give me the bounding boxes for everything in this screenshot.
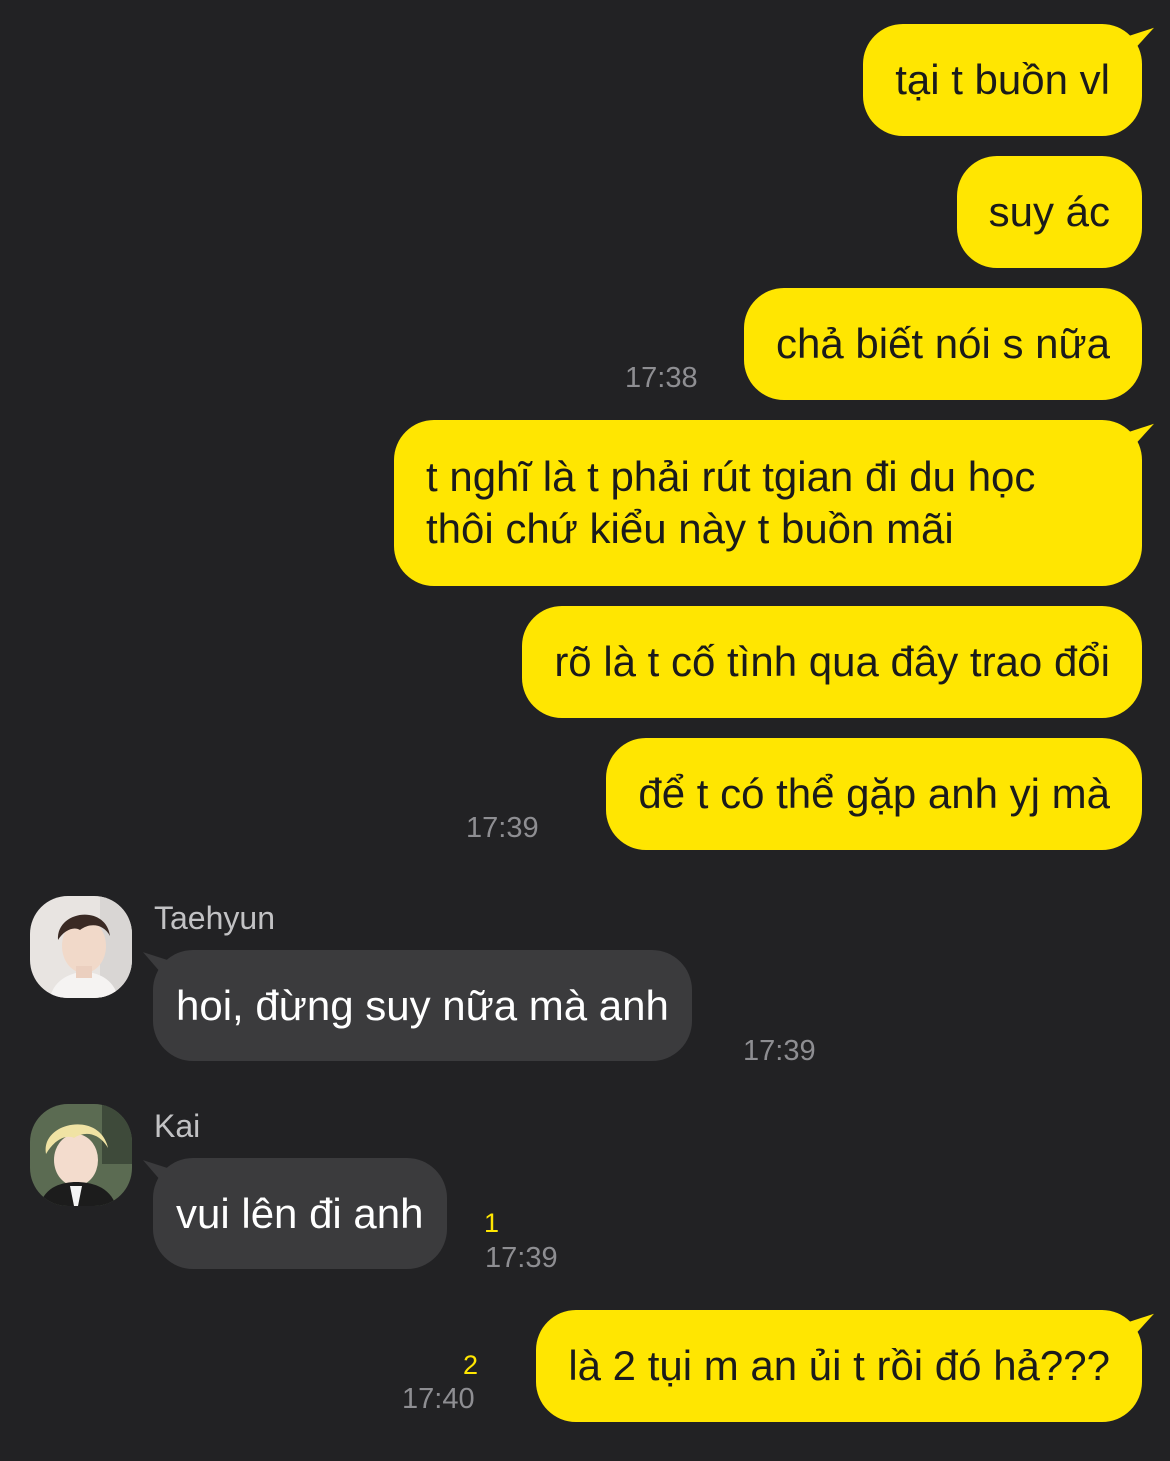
unread-count: 2 <box>463 1350 479 1380</box>
message-timestamp: 17:39 <box>466 812 539 844</box>
bubble-tail <box>143 1160 167 1188</box>
message-timestamp: 17:39 <box>485 1242 558 1274</box>
outgoing-message[interactable]: t nghĩ là t phải rút tgian đi du học thô… <box>394 420 1142 586</box>
sender-name: Taehyun <box>154 900 275 936</box>
message-text: để t có thể gặp anh yj mà <box>638 770 1110 817</box>
avatar-kai[interactable] <box>30 1104 132 1206</box>
avatar-taehyun[interactable] <box>30 896 132 998</box>
outgoing-message[interactable]: là 2 tụi m an ủi t rồi đó hả??? <box>536 1310 1142 1422</box>
incoming-message[interactable]: hoi, đừng suy nữa mà anh <box>153 950 692 1061</box>
avatar-photo-icon <box>30 896 132 998</box>
message-text: vui lên đi anh <box>176 1190 424 1237</box>
message-text: suy ác <box>988 188 1110 235</box>
message-text: là 2 tụi m an ủi t rồi đó hả??? <box>568 1342 1110 1389</box>
message-timestamp: 17:40 <box>402 1383 475 1415</box>
avatar-photo-icon <box>30 1104 132 1206</box>
chat-room: tại t buồn vl suy ác chả biết nói s nữa … <box>0 0 1170 1461</box>
outgoing-message[interactable]: suy ác <box>956 156 1142 268</box>
bubble-tail <box>1128 1313 1154 1343</box>
outgoing-message[interactable]: tại t buồn vl <box>863 24 1142 136</box>
outgoing-message[interactable]: chả biết nói s nữa <box>744 288 1142 400</box>
bubble-tail <box>1128 27 1154 57</box>
message-text: hoi, đừng suy nữa mà anh <box>176 982 669 1029</box>
message-text-line: t nghĩ là t phải rút tgian đi du học <box>426 453 1036 500</box>
bubble-tail <box>143 952 167 980</box>
message-text: chả biết nói s nữa <box>776 320 1110 367</box>
sender-name: Kai <box>154 1108 201 1144</box>
message-timestamp: 17:38 <box>625 362 698 394</box>
message-timestamp: 17:39 <box>743 1035 816 1067</box>
outgoing-message[interactable]: để t có thể gặp anh yj mà <box>606 738 1142 850</box>
message-text: rõ là t cố tình qua đây trao đổi <box>554 638 1110 685</box>
message-text: tại t buồn vl <box>895 56 1110 103</box>
incoming-message[interactable]: vui lên đi anh <box>153 1158 447 1269</box>
message-text-line: thôi chứ kiểu này t buồn mãi <box>426 505 954 552</box>
bubble-tail <box>1128 423 1154 453</box>
bottom-edge <box>0 1453 1170 1461</box>
unread-count: 1 <box>484 1208 500 1238</box>
outgoing-message[interactable]: rõ là t cố tình qua đây trao đổi <box>522 606 1142 718</box>
